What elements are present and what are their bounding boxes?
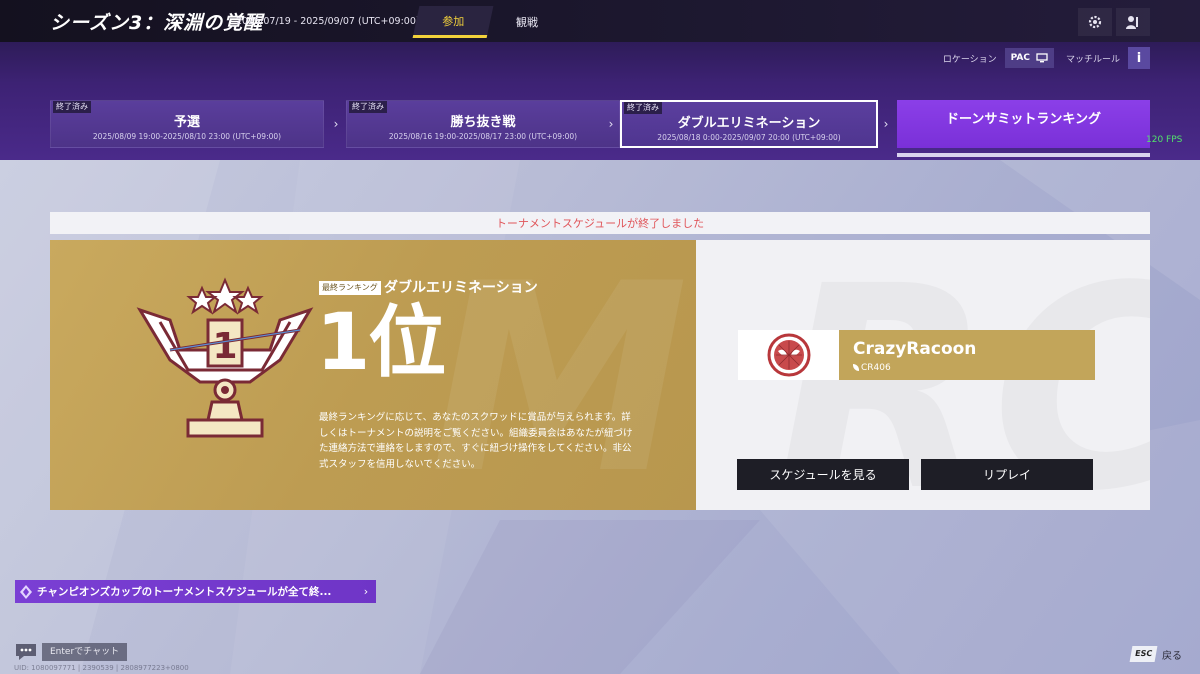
gear-icon (1088, 15, 1102, 29)
mode-tabs: 参加 観戦 (412, 6, 564, 38)
uid-line: UID: 1080097771 | 2390539 | 2808977223+0… (14, 664, 189, 672)
top-icons (1074, 8, 1150, 36)
stage-name: 勝ち抜き戦 (450, 115, 516, 130)
stage-name: 予選 (173, 115, 200, 130)
team-name: CrazyRacoon (853, 339, 977, 359)
stage-name: ドーンサミットランキング (946, 112, 1101, 127)
stage-qualifier[interactable]: 終了済み 予選 2025/08/09 19:00-2025/08/10 23:0… (50, 100, 324, 148)
back-label: 戻る (1162, 650, 1182, 662)
match-rule-label: マッチルール (1065, 54, 1120, 65)
settings-button[interactable] (1078, 8, 1112, 36)
team-tag-text: CR406 (861, 363, 891, 373)
region-label: PAC (1010, 53, 1030, 63)
replay-button[interactable]: リプレイ (921, 459, 1093, 490)
location-label: ロケーション (942, 54, 997, 65)
schedule-ended-notice: トーナメントスケジュールが終了しました (50, 212, 1150, 234)
view-schedule-button[interactable]: スケジュールを見る (737, 459, 909, 490)
stage-date: 2025/08/18 0:00-2025/09/07 20:00 (UTC+09… (657, 133, 841, 142)
tab-spectate[interactable]: 観戦 (487, 6, 568, 38)
team-panel: RC CrazyRacoon CR406 スケジュールを見る リプレイ (696, 240, 1150, 510)
final-rank: 1位 (316, 298, 446, 388)
team-card[interactable]: CrazyRacoon CR406 (738, 330, 1095, 380)
ranking-description: 最終ランキングに応じて、あなたのスクワッドに賞品が与えられます。詳しくはトーナメ… (319, 412, 633, 470)
stage-date: 2025/08/09 19:00-2025/08/10 23:00 (UTC+0… (92, 132, 282, 141)
season-title: シーズン3：深淵の覚醒 (50, 12, 264, 34)
stage-name: ダブルエリミネーション (677, 116, 821, 131)
chat-hint: Enterでチャット (42, 643, 128, 661)
tab-participate[interactable]: 参加 (412, 6, 494, 38)
region-selector[interactable]: PAC (1004, 48, 1054, 68)
champions-cup-banner[interactable]: チャンピオンズカップのトーナメントスケジュールが全て終... › (15, 580, 376, 603)
chat-bubble-icon (16, 644, 36, 660)
svg-text:1: 1 (212, 326, 237, 367)
fps-counter: 120 FPS (1146, 135, 1183, 145)
final-ranking-panel: M 1 最終ランキング ダブルエリミネーション 1位 最終ランキングに応じて、あ… (50, 240, 696, 510)
final-ranking-tag: 最終ランキング (319, 281, 381, 295)
final-ranking-stage: ダブルエリミネーション (384, 280, 538, 296)
trophy-icon: 1 (136, 277, 314, 438)
team-logo (738, 330, 839, 380)
back-button[interactable]: ESC 戻る (1129, 646, 1182, 662)
friends-button[interactable] (1116, 8, 1150, 36)
chevron-right-icon: › (608, 117, 614, 131)
spider-emblem-icon (767, 333, 810, 377)
chat-area[interactable]: Enterでチャット (14, 642, 128, 662)
leaf-icon (853, 364, 859, 371)
chevron-right-icon: › (883, 117, 889, 131)
current-stage-underline (897, 153, 1150, 157)
stage-date: 2025/08/16 19:00-2025/08/17 23:00 (UTC+0… (388, 132, 578, 141)
chevron-right-icon: › (333, 117, 339, 131)
friends-icon (1126, 16, 1138, 29)
esc-key: ESC (1129, 646, 1158, 662)
champions-cup-text: チャンピオンズカップのトーナメントスケジュールが全て終... (37, 586, 332, 598)
team-info: CrazyRacoon CR406 (839, 330, 1095, 380)
crystal-icon (20, 584, 32, 599)
match-rule-info-button[interactable]: i (1128, 47, 1150, 69)
season-dates: 2025/07/19 - 2025/09/07 (UTC+09:00) (236, 16, 420, 27)
monitor-icon (1036, 53, 1048, 63)
chevron-right-icon: › (363, 585, 369, 598)
team-tag: CR406 (853, 363, 891, 373)
stage-knockout[interactable]: 終了済み 勝ち抜き戦 2025/08/16 19:00-2025/08/17 2… (346, 100, 620, 148)
stage-dawn-summit-ranking[interactable]: ドーンサミットランキング (897, 100, 1150, 148)
stage-double-elimination[interactable]: 終了済み ダブルエリミネーション 2025/08/18 0:00-2025/09… (620, 100, 878, 148)
location-row: ロケーション PAC マッチルール i (942, 47, 1150, 69)
